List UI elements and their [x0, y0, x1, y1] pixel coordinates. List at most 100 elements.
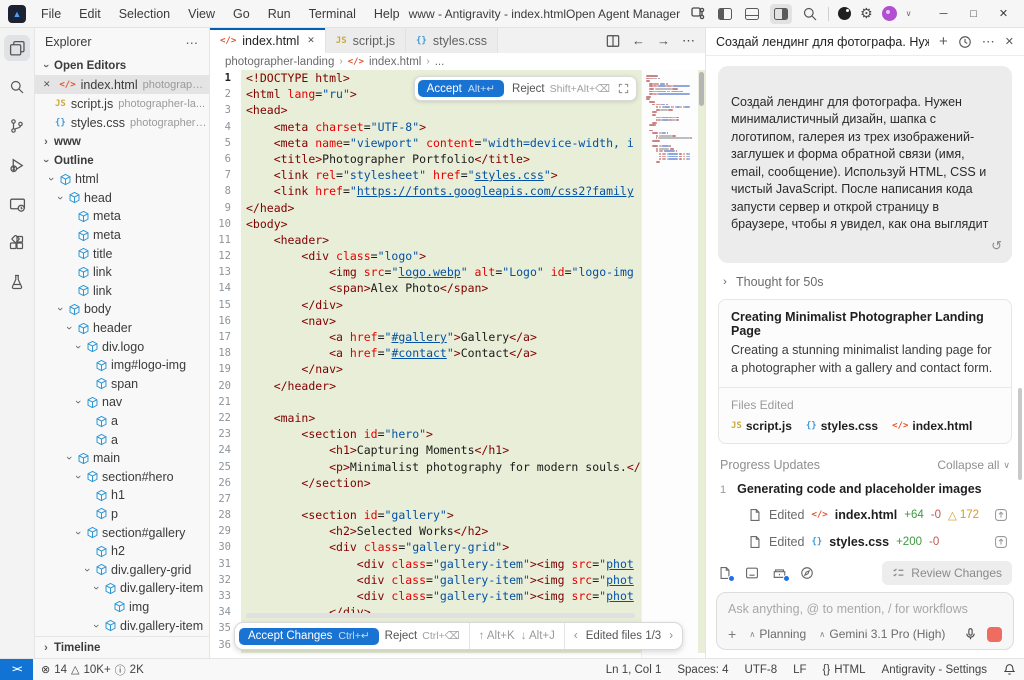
go-back-icon[interactable]: ←: [632, 33, 645, 48]
thought-toggle[interactable]: › Thought for 50s: [720, 275, 1010, 289]
outline-item-html[interactable]: ›html: [35, 170, 209, 189]
close-tab-icon[interactable]: ✕: [307, 35, 315, 46]
menu-run[interactable]: Run: [259, 4, 300, 24]
outline-item-link[interactable]: ›link: [35, 282, 209, 301]
horizontal-scrollbar[interactable]: [246, 613, 635, 618]
code-line-17[interactable]: 17 <a href="#gallery">Gallery</a>: [210, 329, 705, 345]
code-line-13[interactable]: 13 <img src="logo.webp" alt="Logo" id="l…: [210, 264, 705, 280]
next-change-button[interactable]: ↓ Alt+J: [521, 630, 555, 642]
code-line-6[interactable]: 6 <title>Photographer Portfolio</title>: [210, 151, 705, 167]
outline-item-div-gallery-grid[interactable]: ›div.gallery-grid: [35, 560, 209, 579]
toggle-bottom-panel-icon[interactable]: [743, 5, 761, 23]
account-chevron-icon[interactable]: ∨: [906, 9, 912, 18]
prev-change-button[interactable]: ↑ Alt+K: [479, 630, 515, 642]
outline-item-a[interactable]: ›a: [35, 412, 209, 431]
gear-icon[interactable]: ⚙: [860, 5, 873, 22]
open-agent-manager-button[interactable]: Open Agent Manager: [566, 7, 680, 21]
code-line-10[interactable]: 10<body>: [210, 216, 705, 232]
new-conversation-icon[interactable]: +: [939, 33, 948, 50]
code-line-28[interactable]: 28 <section id="gallery">: [210, 507, 705, 523]
outline-item-a[interactable]: ›a: [35, 430, 209, 449]
menu-terminal[interactable]: Terminal: [300, 4, 365, 24]
go-forward-icon[interactable]: →: [657, 33, 670, 48]
source-control-icon[interactable]: [4, 113, 30, 139]
prev-file-icon[interactable]: ‹: [574, 630, 578, 642]
code-line-30[interactable]: 30 <div class="gallery-grid">: [210, 539, 705, 555]
outline-item-head[interactable]: ›head: [35, 189, 209, 208]
collapse-all-button[interactable]: Collapse all ∨: [937, 458, 1010, 472]
edit-row-index-html[interactable]: Edited</>index.html+64-0△172: [748, 508, 1012, 522]
open-editor-styles-css[interactable]: {}styles.cssphotographer-l...: [35, 113, 209, 132]
minimize-button[interactable]: ─: [929, 1, 959, 27]
open-editors-section[interactable]: › Open Editors: [35, 56, 209, 75]
extensions-icon[interactable]: [4, 230, 30, 256]
bell-icon[interactable]: [995, 663, 1024, 676]
code-line-27[interactable]: 27: [210, 491, 705, 507]
indentation[interactable]: Spaces: 4: [669, 664, 736, 676]
code-line-26[interactable]: 26 </section>: [210, 475, 705, 491]
microphone-icon[interactable]: [964, 627, 977, 641]
outline-item-img[interactable]: ›img: [35, 598, 209, 617]
maximize-button[interactable]: □: [959, 1, 989, 27]
outline-item-div-gallery-item[interactable]: ›div.gallery-item: [35, 579, 209, 598]
menu-file[interactable]: File: [32, 4, 70, 24]
code-line-16[interactable]: 16 <nav>: [210, 313, 705, 329]
vertical-scrollbar[interactable]: [699, 72, 704, 106]
chat-input[interactable]: Ask anything, @ to mention, / for workfl…: [716, 592, 1014, 650]
more-options-icon[interactable]: ⋯: [982, 34, 995, 50]
code-line-7[interactable]: 7 <link rel="stylesheet" href="styles.cs…: [210, 167, 705, 183]
toggle-right-sidebar-icon[interactable]: [770, 4, 792, 24]
apply-diff-icon[interactable]: [994, 508, 1008, 522]
breadcrumb-more[interactable]: ...: [435, 56, 445, 68]
split-editor-icon[interactable]: [606, 34, 620, 48]
mode-selector[interactable]: ∧ Planning: [749, 627, 806, 641]
accept-button[interactable]: Accept Alt+↵: [418, 80, 504, 97]
outline-item-header[interactable]: ›header: [35, 319, 209, 338]
breadcrumb[interactable]: photographer-landing › </> index.html › …: [210, 53, 705, 70]
tab-index-html[interactable]: </>index.html✕: [210, 28, 326, 53]
settings-status[interactable]: Antigravity - Settings: [874, 664, 995, 676]
outline-item-body[interactable]: ›body: [35, 300, 209, 319]
code-line-18[interactable]: 18 <a href="#contact">Contact</a>: [210, 345, 705, 361]
accept-changes-button[interactable]: Accept Changes Ctrl+↵: [239, 628, 379, 645]
outline-item-main[interactable]: ›main: [35, 449, 209, 468]
folder-section-www[interactable]: › www: [35, 132, 209, 151]
code-line-29[interactable]: 29 <h2>Selected Works</h2>: [210, 523, 705, 539]
close-button[interactable]: ✕: [989, 1, 1019, 27]
code-line-4[interactable]: 4 <meta charset="UTF-8">: [210, 119, 705, 135]
menu-selection[interactable]: Selection: [110, 4, 179, 24]
code-line-22[interactable]: 22 <main>: [210, 410, 705, 426]
outline-item-div-logo[interactable]: ›div.logo: [35, 337, 209, 356]
edit-row-styles-css[interactable]: Edited{}styles.css+200-0: [748, 535, 1012, 549]
eol[interactable]: LF: [785, 664, 814, 676]
open-editor-script-js[interactable]: JSscript.jsphotographer-la...: [35, 94, 209, 113]
outline-item-meta[interactable]: ›meta: [35, 207, 209, 226]
close-panel-icon[interactable]: ✕: [1005, 35, 1014, 48]
outline-item-h1[interactable]: ›h1: [35, 486, 209, 505]
remote-indicator[interactable]: ><: [0, 659, 33, 680]
code-line-20[interactable]: 20 </header>: [210, 378, 705, 394]
code-line-15[interactable]: 15 </div>: [210, 297, 705, 313]
outline-item-section-hero[interactable]: ›section#hero: [35, 468, 209, 487]
reject-button[interactable]: Reject Shift+Alt+⌫: [512, 83, 610, 95]
outline-item-nav[interactable]: ›nav: [35, 393, 209, 412]
code-line-12[interactable]: 12 <div class="logo">: [210, 248, 705, 264]
encoding[interactable]: UTF-8: [737, 664, 786, 676]
panel-scrollbar[interactable]: [1018, 388, 1022, 480]
model-selector[interactable]: ∧ Gemini 3.1 Pro (High): [819, 627, 945, 641]
edited-file-chip-index-html[interactable]: </>index.html: [892, 419, 972, 433]
outline-item-section-gallery[interactable]: ›section#gallery: [35, 523, 209, 542]
outline-item-span[interactable]: ›span: [35, 375, 209, 394]
menu-view[interactable]: View: [179, 4, 224, 24]
tab-styles-css[interactable]: {}styles.css: [406, 28, 498, 53]
review-changes-button[interactable]: Review Changes: [882, 561, 1012, 585]
menu-edit[interactable]: Edit: [70, 4, 110, 24]
code-line-33[interactable]: 33 <div class="gallery-item"><img src="p…: [210, 588, 705, 604]
next-file-icon[interactable]: ›: [669, 630, 673, 642]
menu-help[interactable]: Help: [365, 4, 409, 24]
timeline-section[interactable]: › Timeline: [35, 636, 209, 658]
artifacts-icon[interactable]: [772, 566, 787, 580]
run-debug-icon[interactable]: [4, 152, 30, 178]
testing-icon[interactable]: [4, 269, 30, 295]
history-icon[interactable]: [958, 35, 972, 49]
